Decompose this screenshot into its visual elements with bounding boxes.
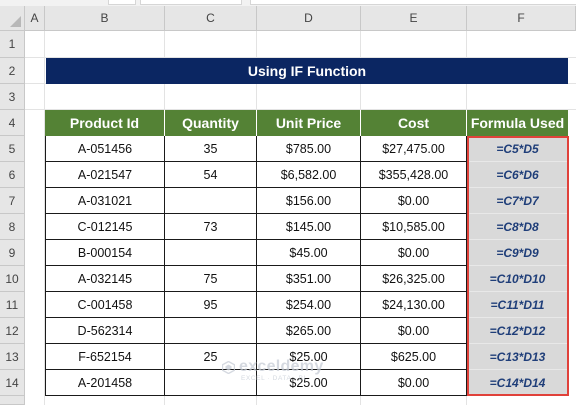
cell-cost[interactable]: $355,428.00 — [361, 162, 467, 188]
column-header-b[interactable]: B — [45, 6, 165, 31]
select-all-triangle-icon — [10, 16, 21, 27]
row-header-5[interactable]: 5 — [0, 136, 25, 162]
cell-unit-price[interactable]: $6,582.00 — [257, 162, 361, 188]
column-header-f[interactable]: F — [467, 6, 576, 31]
cell-product-id[interactable]: C-012145 — [45, 214, 165, 240]
header-formula-used[interactable]: Formula Used — [467, 110, 568, 136]
spreadsheet: A B C D E F 1 2 3 4 5 6 7 8 9 10 11 12 1… — [0, 0, 576, 405]
cell-quantity[interactable]: 35 — [165, 136, 257, 162]
cell-quantity[interactable] — [165, 240, 257, 266]
row-header-8[interactable]: 8 — [0, 214, 25, 240]
cell-formula[interactable]: =C9*D9 — [467, 240, 568, 266]
cell-product-id[interactable]: A-201458 — [45, 370, 165, 396]
cell-cost[interactable]: $27,475.00 — [361, 136, 467, 162]
cell-formula[interactable]: =C5*D5 — [467, 136, 568, 162]
cell-formula[interactable]: =C12*D12 — [467, 318, 568, 344]
header-cost[interactable]: Cost — [361, 110, 467, 136]
cell-product-id[interactable]: A-032145 — [45, 266, 165, 292]
column-header-c[interactable]: C — [165, 6, 257, 31]
cell-unit-price[interactable]: $156.00 — [257, 188, 361, 214]
cell-quantity[interactable]: 73 — [165, 214, 257, 240]
cell-quantity[interactable]: 25 — [165, 344, 257, 370]
cell-product-id[interactable]: F-652154 — [45, 344, 165, 370]
formula-bar-edge — [250, 0, 576, 5]
row-header-14[interactable]: 14 — [0, 370, 25, 396]
cell-unit-price[interactable]: $45.00 — [257, 240, 361, 266]
cell-formula[interactable]: =C6*D6 — [467, 162, 568, 188]
cell-product-id[interactable]: C-001458 — [45, 292, 165, 318]
row-header-13[interactable]: 13 — [0, 344, 25, 370]
cell-formula[interactable]: =C8*D8 — [467, 214, 568, 240]
cell-product-id[interactable]: D-562314 — [45, 318, 165, 344]
cell-quantity[interactable]: 54 — [165, 162, 257, 188]
cell-cost[interactable]: $0.00 — [361, 188, 467, 214]
cell-unit-price[interactable]: $785.00 — [257, 136, 361, 162]
title-banner[interactable]: Using IF Function — [46, 58, 568, 84]
cell-cost[interactable]: $10,585.00 — [361, 214, 467, 240]
row-header-9[interactable]: 9 — [0, 240, 25, 266]
row-header-2[interactable]: 2 — [0, 58, 25, 84]
ribbon-tab-edge — [140, 0, 242, 5]
cell-cost[interactable]: $0.00 — [361, 370, 467, 396]
row-header-7[interactable]: 7 — [0, 188, 25, 214]
cell-cost[interactable]: $26,325.00 — [361, 266, 467, 292]
header-product-id[interactable]: Product Id — [45, 110, 165, 136]
cell-quantity[interactable] — [165, 318, 257, 344]
cell-quantity[interactable]: 75 — [165, 266, 257, 292]
row-header-4[interactable]: 4 — [0, 110, 25, 136]
ribbon-tab-edge — [108, 0, 136, 5]
row-header-10[interactable]: 10 — [0, 266, 25, 292]
cell-quantity[interactable] — [165, 370, 257, 396]
row-header-12[interactable]: 12 — [0, 318, 25, 344]
row-header-6[interactable]: 6 — [0, 162, 25, 188]
cell-unit-price[interactable]: $25.00 — [257, 344, 361, 370]
column-header-e[interactable]: E — [361, 6, 467, 31]
cell-quantity[interactable] — [165, 188, 257, 214]
row-header-1[interactable]: 1 — [0, 31, 25, 58]
cell-formula[interactable]: =C13*D13 — [467, 344, 568, 370]
cell-quantity[interactable]: 95 — [165, 292, 257, 318]
row-header-11[interactable]: 11 — [0, 292, 25, 318]
cell-product-id[interactable]: A-031021 — [45, 188, 165, 214]
cell-unit-price[interactable]: $254.00 — [257, 292, 361, 318]
header-quantity[interactable]: Quantity — [165, 110, 257, 136]
cell-formula[interactable]: =C14*D14 — [467, 370, 568, 396]
cell-product-id[interactable]: B-000154 — [45, 240, 165, 266]
cell-formula[interactable]: =C7*D7 — [467, 188, 568, 214]
cell-product-id[interactable]: A-051456 — [45, 136, 165, 162]
cell-formula[interactable]: =C10*D10 — [467, 266, 568, 292]
cell-cost[interactable]: $0.00 — [361, 240, 467, 266]
row-header-15[interactable] — [0, 396, 25, 405]
cell-unit-price[interactable]: $25.00 — [257, 370, 361, 396]
cell-formula[interactable]: =C11*D11 — [467, 292, 568, 318]
cell-cost[interactable]: $625.00 — [361, 344, 467, 370]
cell-unit-price[interactable]: $265.00 — [257, 318, 361, 344]
column-header-a[interactable]: A — [25, 6, 45, 31]
header-unit-price[interactable]: Unit Price — [257, 110, 361, 136]
cell-unit-price[interactable]: $351.00 — [257, 266, 361, 292]
column-header-d[interactable]: D — [257, 6, 361, 31]
cell-product-id[interactable]: A-021547 — [45, 162, 165, 188]
select-all-corner[interactable] — [0, 6, 25, 31]
cell-unit-price[interactable]: $145.00 — [257, 214, 361, 240]
row-header-3[interactable]: 3 — [0, 84, 25, 110]
cell-cost[interactable]: $24,130.00 — [361, 292, 467, 318]
cell-cost[interactable]: $0.00 — [361, 318, 467, 344]
